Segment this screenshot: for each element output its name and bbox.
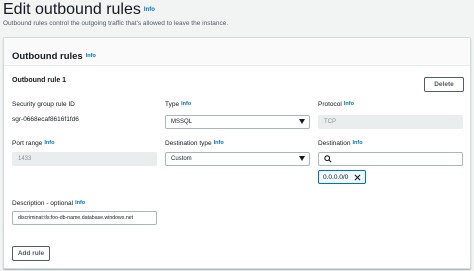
panel-title: Outbound rules Info — [12, 51, 96, 62]
type-select-value: MSSQL — [171, 119, 193, 125]
page-title-text: Edit outbound rules — [3, 1, 141, 19]
rule-title: Outbound rule 1 — [12, 77, 67, 84]
chevron-down-icon — [299, 156, 305, 161]
type-select[interactable]: MSSQL — [165, 115, 310, 129]
description-info-link[interactable]: Info — [75, 200, 85, 206]
destination-search-input[interactable] — [318, 152, 463, 166]
page-description: Outbound rules control the outgoing traf… — [3, 20, 229, 28]
type-label-text: Type — [165, 101, 180, 108]
destination-type-info-link[interactable]: Info — [214, 140, 224, 146]
page-title: Edit outbound rules Info — [3, 0, 228, 20]
protocol-info-link[interactable]: Info — [344, 101, 354, 107]
destination-token: 0.0.0.0/0 — [318, 170, 367, 184]
port-range-label: Port range Info — [12, 140, 54, 147]
description-value: discriminat:tls:foo-db-name.database.win… — [18, 215, 134, 221]
description-input[interactable]: discriminat:tls:foo-db-name.database.win… — [12, 211, 157, 225]
destination-type-value: Custom — [171, 156, 192, 162]
panel-header: Outbound rules Info — [4, 38, 470, 66]
search-icon — [324, 155, 332, 163]
destination-label: Destination Info — [318, 140, 363, 147]
outbound-rules-panel: Outbound rules Info Outbound rule 1 Delet… — [3, 37, 471, 269]
port-range-value: 1433 — [18, 156, 32, 162]
page-header: Edit outbound rules Info Outbound rules c… — [3, 0, 228, 27]
port-range-info-link[interactable]: Info — [44, 140, 54, 146]
destination-info-link[interactable]: Info — [353, 140, 363, 146]
add-rule-button[interactable]: Add rule — [12, 246, 50, 261]
panel-info-link[interactable]: Info — [86, 53, 96, 59]
destination-type-label: Destination type Info — [165, 140, 224, 147]
description-label-text: Description - optional — [12, 200, 74, 207]
port-range-field: 1433 — [12, 152, 157, 166]
delete-button[interactable]: Delete — [424, 77, 464, 92]
destination-type-label-text: Destination type — [165, 140, 212, 147]
protocol-label-text: Protocol — [318, 101, 342, 108]
page-info-link[interactable]: Info — [144, 7, 155, 13]
type-info-link[interactable]: Info — [181, 101, 191, 107]
sgr-id-label: Security group rule ID — [12, 101, 75, 108]
port-range-label-text: Port range — [12, 140, 43, 147]
destination-label-text: Destination — [318, 140, 351, 147]
type-label: Type Info — [165, 101, 191, 108]
protocol-value: TCP — [324, 119, 336, 125]
destination-token-label: 0.0.0.0/0 — [323, 173, 349, 181]
panel-title-text: Outbound rules — [12, 51, 83, 62]
protocol-field: TCP — [318, 115, 463, 129]
chevron-down-icon — [299, 119, 305, 124]
protocol-label: Protocol Info — [318, 101, 354, 108]
destination-type-select[interactable]: Custom — [165, 152, 310, 166]
sgr-id-value: sgr-0668ecaf8616f1fd6 — [12, 116, 79, 123]
description-label: Description - optional Info — [12, 200, 85, 207]
close-icon[interactable] — [354, 174, 361, 181]
